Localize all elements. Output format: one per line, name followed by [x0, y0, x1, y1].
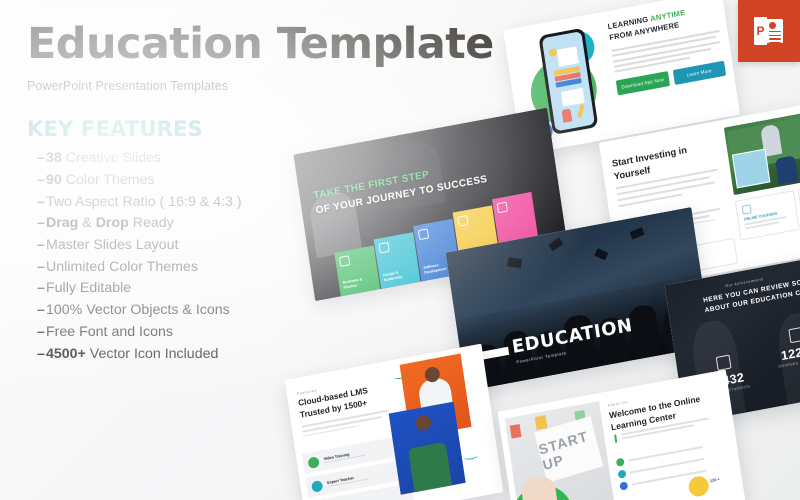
bullet-dash: – [37, 323, 45, 340]
science-icon [457, 215, 469, 227]
feature-item: –Drag & Drop Ready [27, 213, 327, 235]
powerpoint-pane [767, 19, 783, 44]
courses-complete-icon [788, 326, 800, 344]
portrait-blue [388, 401, 466, 495]
poster-canvas: P Education Template PowerPoint Presenta… [0, 0, 800, 500]
slide-deck: LEARNING ANYTIME FROM ANYWHERE Download … [284, 0, 800, 500]
feature-item: –Free Font and Icons [27, 322, 327, 344]
intro-column: Education Template PowerPoint Presentati… [27, 19, 494, 365]
slide-welcome-online[interactable]: START UP About Us Welcome to the Online … [497, 369, 746, 500]
welcome-photo: START UP [504, 401, 617, 500]
bullet-dash: – [37, 193, 45, 210]
feature-item: –4500+ Vector Icon Included [27, 344, 327, 366]
feature-item: –90 Color Themes [27, 170, 327, 192]
slide3-classroom-photo [723, 105, 800, 196]
feature-item: –100% Vector Objects & Icons [27, 300, 327, 322]
powerpoint-icon: P [738, 0, 800, 62]
bullet-dash: – [37, 215, 45, 232]
feature-item: –Two Aspect Ratio ( 16:9 & 4:3 ) [27, 192, 327, 214]
ring-label-1: 120 + [709, 476, 721, 484]
stat-courses-complete: 12233 COURSES COMPLETE [763, 322, 800, 384]
code-icon [417, 228, 430, 241]
teacher-avatar-icon [310, 479, 324, 493]
tile-online-courses[interactable]: ONLINE COURSES [734, 190, 800, 241]
feature-item: –Unlimited Color Themes [27, 257, 327, 279]
bullet-dash: – [37, 258, 45, 275]
bullet-dash: – [37, 345, 45, 362]
bullet-dash: – [37, 280, 45, 297]
learn-more-button[interactable]: Learn More [672, 60, 727, 86]
design-icon [378, 241, 390, 254]
key-features-list: –38 Creative Slides –90 Color Themes –Two … [27, 148, 327, 365]
download-app-button[interactable]: Download App Now [615, 71, 670, 96]
card-design-multimedia[interactable]: Design & Multimedia [373, 232, 421, 289]
courses-icon [741, 204, 752, 215]
key-features-heading: KEY FEATURES [27, 117, 203, 142]
play-icon [307, 455, 320, 469]
slide-cloud-lms[interactable]: Features Cloud-based LMS Trusted by 1500… [284, 343, 504, 500]
leaf-icon [496, 201, 509, 214]
feature-item: –Master Slides Layout [27, 235, 327, 257]
card-business-finance[interactable]: Business & Finance [334, 245, 381, 297]
business-icon [338, 255, 351, 267]
badge-ring-yellow [687, 474, 710, 499]
powerpoint-letter: P [754, 17, 767, 45]
page-title: Education Template [27, 19, 494, 69]
bullet-dash: – [37, 302, 45, 319]
bullet-dash: – [37, 171, 45, 188]
bullet-dash: – [37, 237, 45, 254]
powerpoint-glyph: P [754, 16, 784, 46]
feature-item: –Fully Editable [27, 278, 327, 300]
page-subtitle: PowerPoint Presentation Templates [27, 79, 229, 94]
students-icon [715, 354, 732, 371]
feature-item: –38 Creative Slides [27, 148, 327, 170]
bullet-dash: – [37, 150, 45, 167]
